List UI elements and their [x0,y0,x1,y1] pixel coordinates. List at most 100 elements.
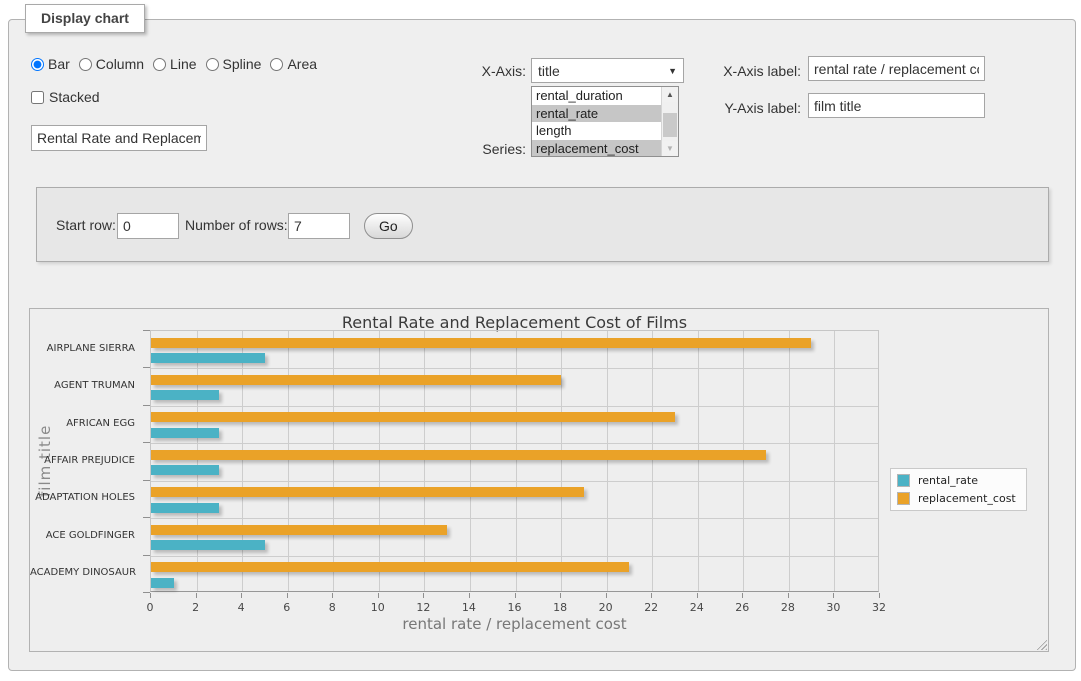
chart-type-option-line[interactable]: Line [153,56,196,72]
chart-type-option-spline[interactable]: Spline [206,56,262,72]
number-of-rows-input[interactable] [288,213,350,239]
legend-item-rental_rate: rental_rate [897,474,1016,487]
chart-type-radio-column[interactable] [79,58,92,71]
x-tick [606,593,607,598]
legend-swatch-icon [897,492,910,505]
x-tick-label: 24 [682,601,712,614]
gridline-vertical [698,331,699,591]
x-tick [788,593,789,598]
gridline-vertical [424,331,425,591]
x-tick-label: 8 [317,601,347,614]
x-tick-label: 22 [636,601,666,614]
gridline-vertical [652,331,653,591]
x-tick-label: 18 [545,601,575,614]
y-tick [143,555,150,556]
x-tick [651,593,652,598]
gridline-vertical [379,331,380,591]
x-tick-label: 10 [363,601,393,614]
series-option-length[interactable]: length [532,122,661,140]
x-tick [469,593,470,598]
chart-legend: rental_rate replacement_cost [890,468,1027,511]
scroll-up-icon[interactable]: ▲ [662,87,678,102]
x-axis-select[interactable]: title ▼ [531,58,684,83]
legend-item-replacement_cost: replacement_cost [897,492,1016,505]
series-listbox[interactable]: rental_durationrental_ratelengthreplacem… [531,86,679,157]
x-tick-label: 4 [226,601,256,614]
gridline-vertical [834,331,835,591]
y-axis-label-caption: Y-Axis label: [681,100,801,116]
bar-replacement_cost [151,487,584,497]
chart-type-option-area[interactable]: Area [270,56,317,72]
chart-type-option-column[interactable]: Column [79,56,144,72]
category-label: AIRPLANE SIERRA [30,343,143,354]
bar-replacement_cost [151,412,675,422]
y-tick [143,517,150,518]
scrollbar-thumb[interactable] [663,113,677,137]
x-tick [879,593,880,598]
y-tick [143,367,150,368]
gridline-horizontal [151,406,878,407]
bar-rental_rate [151,540,265,550]
series-scrollbar[interactable]: ▲ ▼ [661,87,678,156]
bar-rental_rate [151,465,219,475]
gridline-horizontal [151,556,878,557]
gridline-vertical [470,331,471,591]
chart-type-option-bar[interactable]: Bar [31,56,70,72]
x-axis-select-label: X-Axis: [446,63,526,79]
x-tick [378,593,379,598]
panel-title: Display chart [25,4,145,33]
gridline-vertical [607,331,608,591]
x-axis-label-input[interactable] [808,56,985,81]
chevron-down-icon: ▼ [668,66,677,76]
y-tick [143,405,150,406]
x-tick [196,593,197,598]
chart-type-radio-spline[interactable] [206,58,219,71]
legend-label: replacement_cost [918,492,1016,505]
legend-swatch-icon [897,474,910,487]
chart-panel: Rental Rate and Replacement Cost of Film… [29,308,1049,652]
x-tick [150,593,151,598]
display-chart-panel: BarColumnLineSplineArea Stacked X-Axis: … [8,19,1076,671]
start-row-input[interactable] [117,213,179,239]
resize-grip[interactable] [1034,637,1047,650]
number-of-rows-label: Number of rows: [185,217,288,233]
chart-x-axis-title: rental rate / replacement cost [150,615,879,633]
chart-type-radio-area[interactable] [270,58,283,71]
category-label: ACE GOLDFINGER [30,530,143,541]
bar-replacement_cost [151,375,561,385]
x-tick-label: 6 [272,601,302,614]
x-tick [742,593,743,598]
gridline-vertical [333,331,334,591]
x-tick [332,593,333,598]
x-tick-label: 26 [727,601,757,614]
stacked-checkbox[interactable] [31,91,44,104]
series-option-rental_rate[interactable]: rental_rate [532,105,661,123]
x-tick [833,593,834,598]
x-tick-label: 16 [500,601,530,614]
gridline-vertical [197,331,198,591]
legend-label: rental_rate [918,474,978,487]
x-tick-label: 28 [773,601,803,614]
x-tick [287,593,288,598]
x-tick [515,593,516,598]
scroll-down-icon[interactable]: ▼ [662,141,678,156]
chart-title-input[interactable] [31,125,207,151]
y-axis-label-input[interactable] [808,93,985,118]
y-tick [143,442,150,443]
bar-replacement_cost [151,450,766,460]
bar-replacement_cost [151,338,811,348]
gridline-vertical [789,331,790,591]
category-label: ADAPTATION HOLES [30,492,143,503]
chart-type-radio-line[interactable] [153,58,166,71]
series-option-replacement_cost[interactable]: replacement_cost [532,140,661,157]
x-tick-label: 12 [408,601,438,614]
category-label: AFRICAN EGG [30,418,143,429]
y-tick [143,592,150,593]
stacked-label[interactable]: Stacked [49,89,100,105]
plot-area [150,330,879,592]
go-button[interactable]: Go [364,213,413,239]
series-option-rental_duration[interactable]: rental_duration [532,87,661,105]
chart-type-radio-bar[interactable] [31,58,44,71]
bar-rental_rate [151,578,174,588]
bar-rental_rate [151,503,219,513]
